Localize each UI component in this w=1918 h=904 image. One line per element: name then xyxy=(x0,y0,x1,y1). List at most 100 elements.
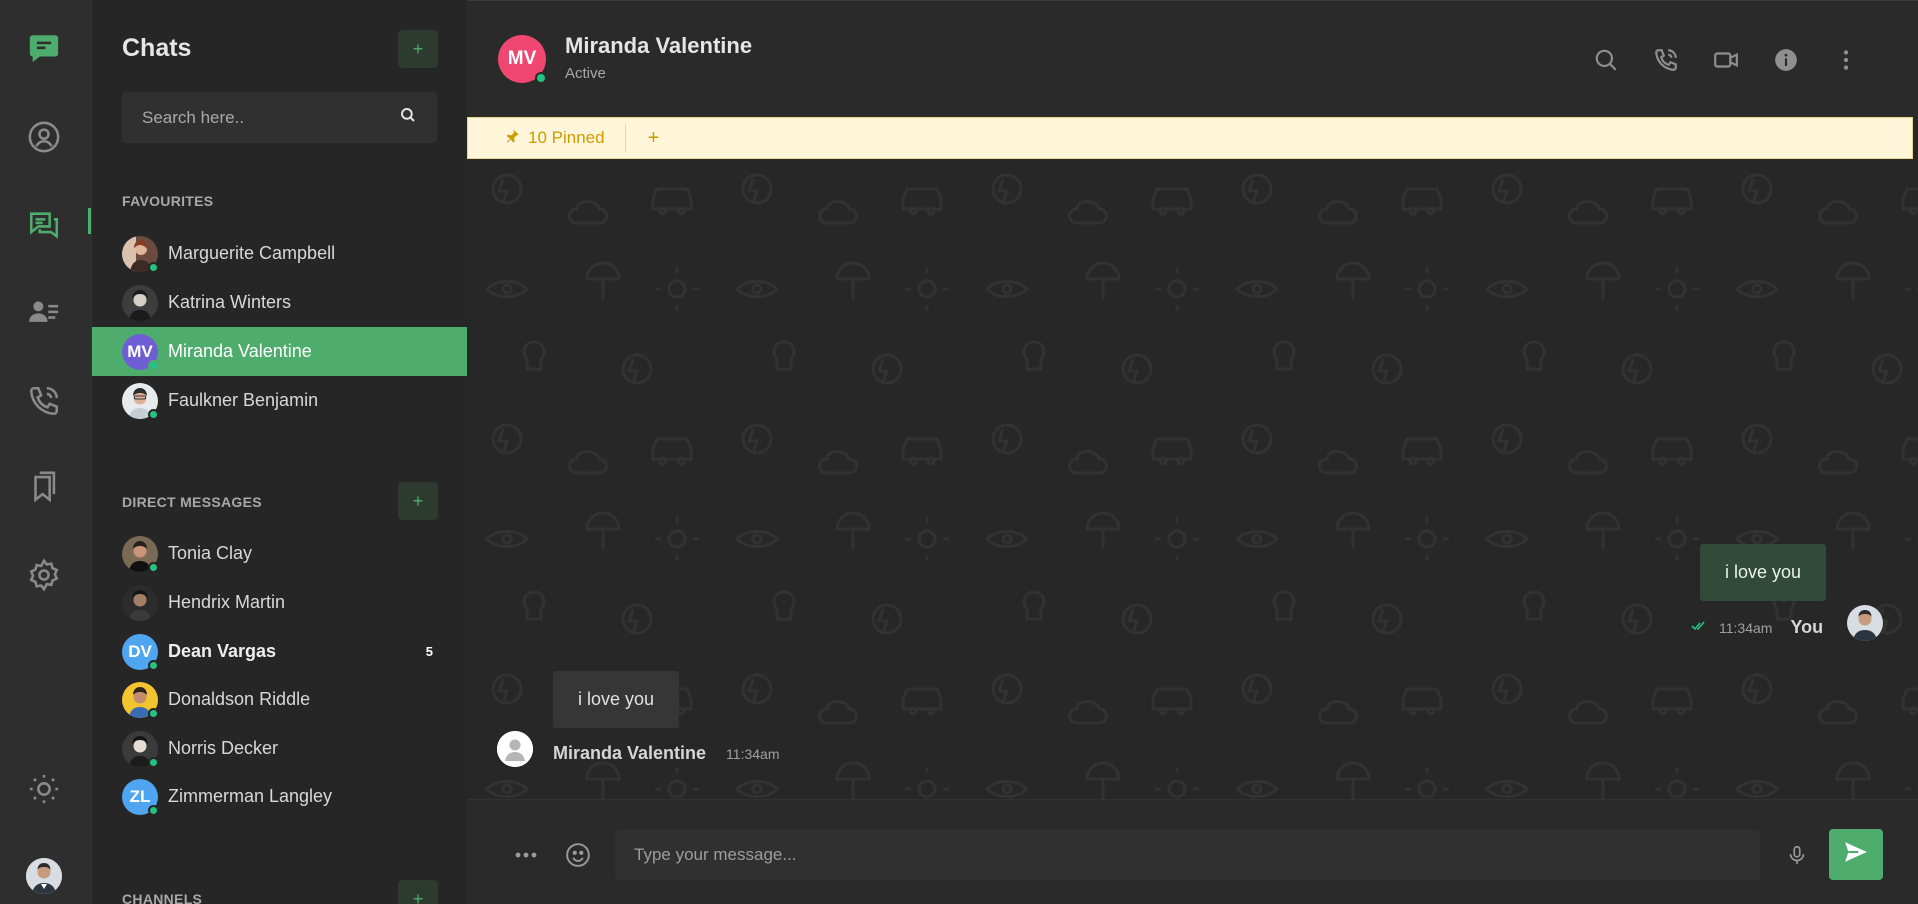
pinned-count: 10 Pinned xyxy=(528,128,605,147)
message-input[interactable] xyxy=(634,845,1741,865)
favourites-label: FAVOURITES xyxy=(122,193,214,209)
favourite-item[interactable]: Marguerite Campbell xyxy=(92,229,467,278)
avatar xyxy=(122,284,158,321)
pin-icon xyxy=(504,128,520,149)
message-list[interactable]: i love you 11:34am You i love you Mirand… xyxy=(467,159,1918,799)
search-input[interactable] xyxy=(142,107,399,128)
favourite-item-active[interactable]: MV Miranda Valentine xyxy=(92,327,467,376)
direct-message-item[interactable]: Hendrix Martin xyxy=(92,578,467,627)
more-vertical-icon[interactable] xyxy=(1831,45,1861,75)
emoji-icon[interactable] xyxy=(561,838,595,872)
direct-message-item[interactable]: Norris Decker xyxy=(92,724,467,773)
online-indicator xyxy=(148,408,159,420)
favourite-item[interactable]: Katrina Winters xyxy=(92,278,467,327)
divider xyxy=(624,124,626,152)
contact-name: Norris Decker xyxy=(168,738,279,758)
theme-toggle-icon[interactable] xyxy=(24,769,64,809)
side-rail xyxy=(0,0,92,904)
sidebar-title: Chats xyxy=(122,34,192,62)
chat-sidebar: Chats + FAVOURITES Marguerite Campbell K… xyxy=(92,0,467,904)
profile-icon[interactable] xyxy=(24,117,64,157)
direct-message-item[interactable]: Tonia Clay xyxy=(92,529,467,578)
contact-name: Marguerite Campbell xyxy=(168,243,336,263)
avatar: DV xyxy=(122,633,159,671)
sender-avatar xyxy=(1847,605,1883,641)
contact-name: Donaldson Riddle xyxy=(168,689,311,709)
avatar xyxy=(122,730,159,768)
bookmarks-icon[interactable] xyxy=(24,467,64,507)
online-indicator xyxy=(148,561,159,573)
contact-name: Tonia Clay xyxy=(168,543,253,563)
direct-messages-label: DIRECT MESSAGES xyxy=(122,494,262,510)
avatar xyxy=(122,382,159,420)
direct-message-item[interactable]: Donaldson Riddle xyxy=(92,675,467,724)
contact-name[interactable]: Miranda Valentine xyxy=(565,33,752,59)
avatar-initials: DV xyxy=(128,641,152,661)
contact-name: Dean Vargas xyxy=(168,641,277,661)
chat-panel: MV Miranda Valentine Active 10 Pinned + xyxy=(467,0,1918,904)
sender-name: Miranda Valentine xyxy=(553,743,707,763)
new-chat-button[interactable]: + xyxy=(398,30,438,68)
avatar: ZL xyxy=(122,778,159,816)
settings-icon[interactable] xyxy=(24,555,64,595)
logo-chat-icon[interactable] xyxy=(24,28,64,68)
avatar-initials: MV xyxy=(127,341,153,361)
user-avatar[interactable] xyxy=(26,858,62,894)
add-pin-button[interactable]: + xyxy=(648,127,660,150)
contacts-icon[interactable] xyxy=(24,292,64,332)
direct-message-item[interactable]: DV Dean Vargas 5 xyxy=(92,627,467,676)
online-indicator xyxy=(148,707,159,719)
contact-name: Miranda Valentine xyxy=(168,341,312,361)
favourite-item[interactable]: Faulkner Benjamin xyxy=(92,376,467,425)
more-horizontal-icon[interactable] xyxy=(509,838,543,872)
channels-label: CHANNELS xyxy=(122,891,203,904)
calls-icon[interactable] xyxy=(24,381,64,421)
avatar: MV xyxy=(122,333,159,371)
pinned-messages-button[interactable]: 10 Pinned xyxy=(504,128,605,149)
contact-status: Active xyxy=(565,65,606,82)
message-composer xyxy=(467,799,1918,904)
message-time: 11:34am xyxy=(1719,619,1773,636)
video-call-icon[interactable] xyxy=(1711,45,1741,75)
sender-name: You xyxy=(1790,617,1824,637)
chats-icon[interactable] xyxy=(24,205,64,245)
contact-name: Hendrix Martin xyxy=(168,592,286,612)
pinned-messages-bar: 10 Pinned + xyxy=(467,117,1913,159)
send-button[interactable] xyxy=(1829,829,1883,880)
message-input-wrapper xyxy=(615,830,1760,880)
avatar-initials: MV xyxy=(507,48,537,69)
online-indicator xyxy=(148,804,159,816)
active-indicator xyxy=(88,208,91,234)
avatar xyxy=(122,535,159,573)
online-indicator xyxy=(148,659,159,671)
contact-name: Zimmerman Langley xyxy=(168,786,333,806)
avatar xyxy=(122,681,159,719)
incoming-message-bubble[interactable]: i love you xyxy=(553,671,680,728)
double-check-icon xyxy=(1691,619,1707,637)
online-indicator xyxy=(148,261,159,273)
direct-message-item[interactable]: ZL Zimmerman Langley xyxy=(92,772,467,821)
outgoing-message-bubble[interactable]: i love you xyxy=(1700,544,1827,601)
contact-avatar[interactable]: MV xyxy=(498,35,547,84)
voice-call-icon[interactable] xyxy=(1651,45,1681,75)
contact-name: Faulkner Benjamin xyxy=(168,390,319,410)
contact-name: Katrina Winters xyxy=(168,292,292,312)
message-time: 11:34am xyxy=(726,745,780,762)
microphone-icon[interactable] xyxy=(1780,838,1814,872)
online-indicator xyxy=(535,72,547,84)
incoming-message-meta: Miranda Valentine 11:34am xyxy=(553,743,780,764)
info-icon[interactable] xyxy=(1771,45,1801,75)
avatar-initials: ZL xyxy=(129,786,151,806)
search-icon[interactable] xyxy=(1591,45,1621,75)
sender-avatar xyxy=(497,731,533,767)
search-icon[interactable] xyxy=(399,106,417,129)
avatar xyxy=(122,235,159,273)
new-channel-button[interactable]: + xyxy=(398,880,438,904)
search-bar xyxy=(122,92,437,143)
outgoing-message-meta: 11:34am You xyxy=(1691,617,1823,638)
avatar xyxy=(122,584,158,621)
send-icon xyxy=(1843,839,1869,870)
chat-header: MV Miranda Valentine Active xyxy=(467,0,1918,117)
new-direct-message-button[interactable]: + xyxy=(398,482,438,520)
online-indicator xyxy=(148,756,159,768)
